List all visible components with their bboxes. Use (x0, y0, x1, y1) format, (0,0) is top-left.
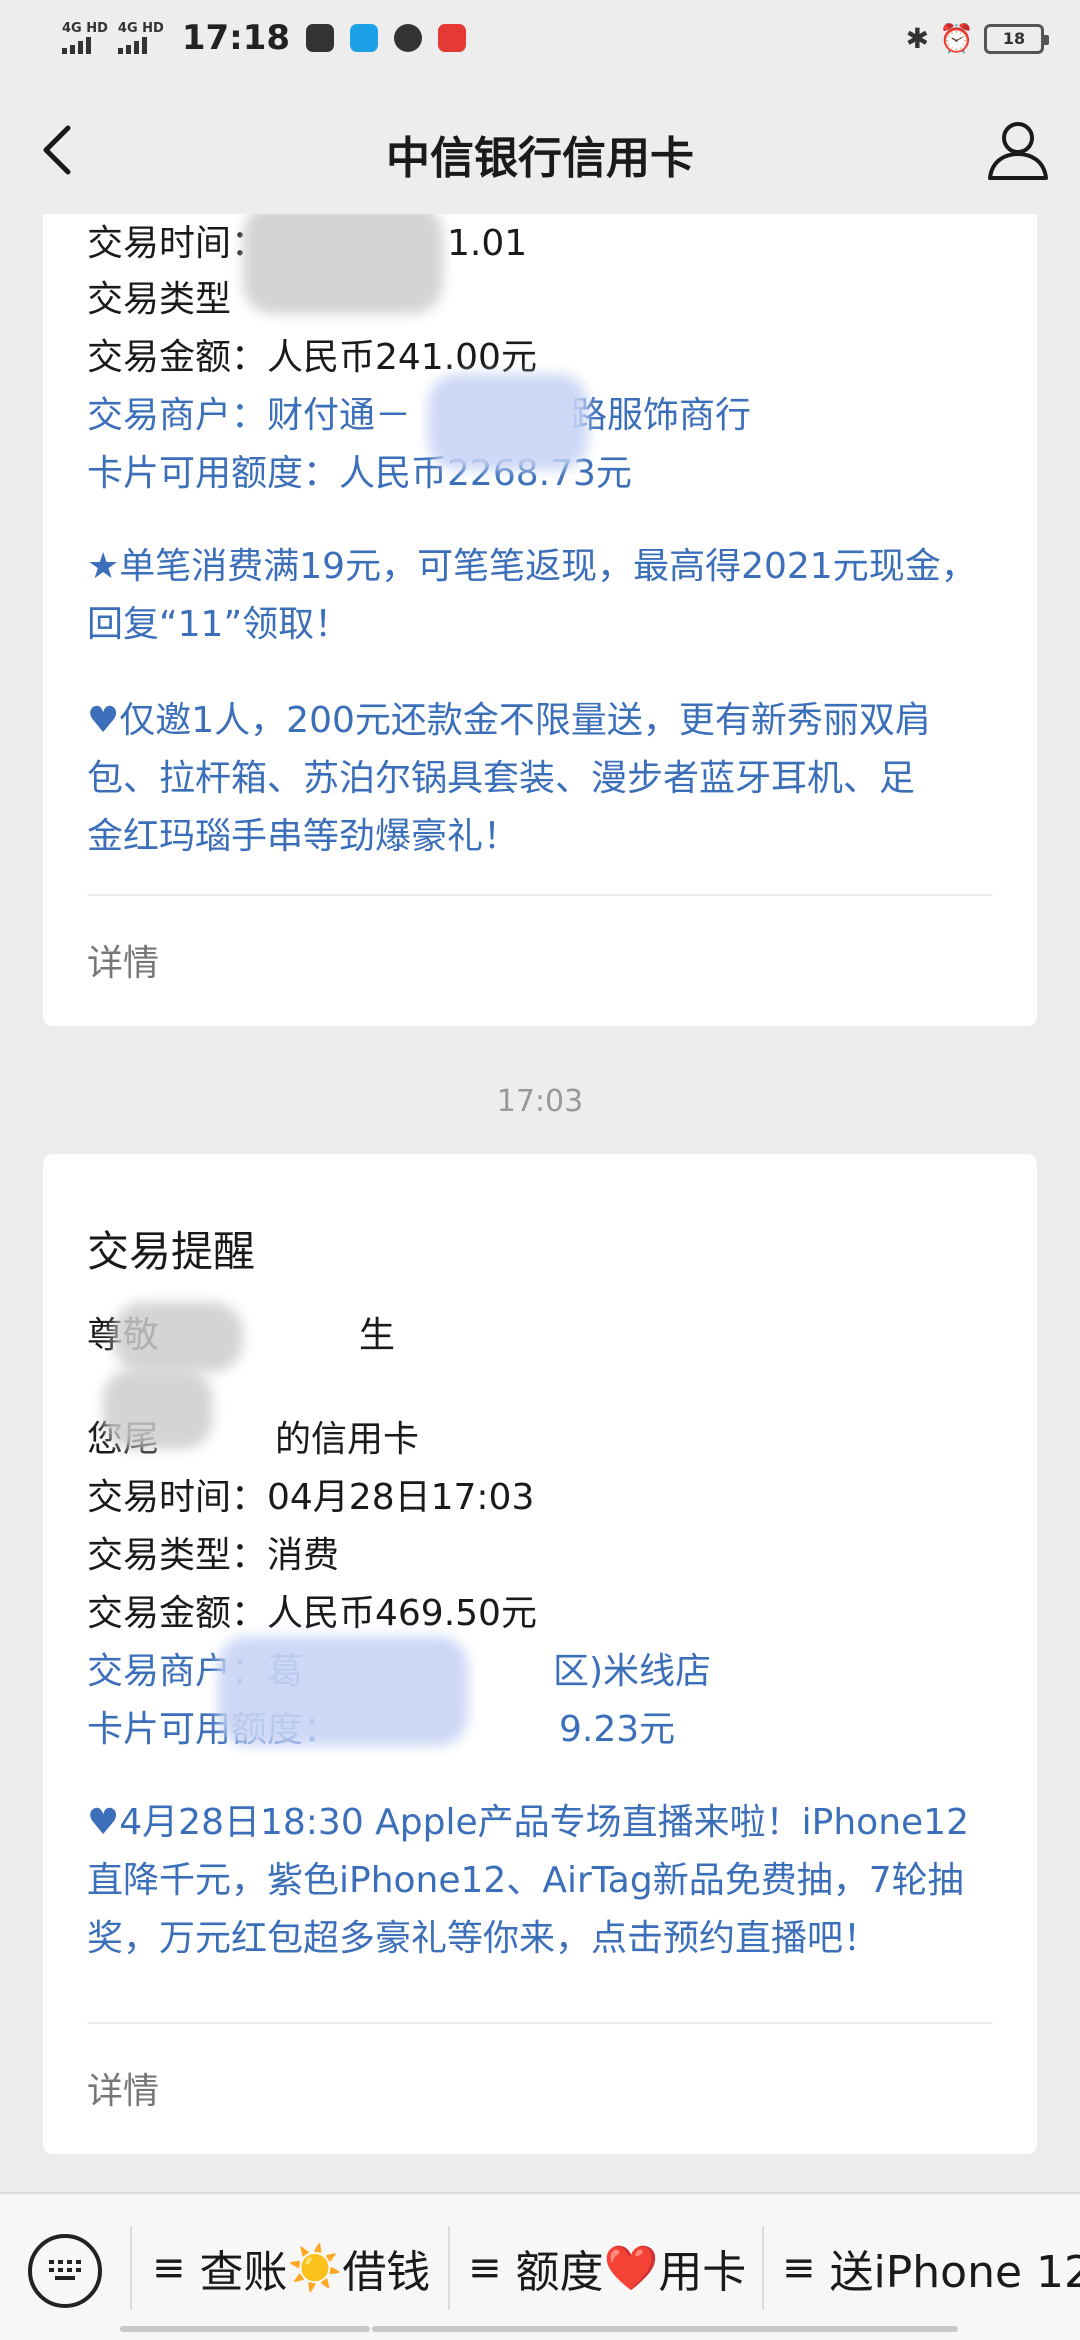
menu-item-iphone[interactable]: ≡ 送iPhone 12 (782, 2194, 1080, 2340)
keyboard-icon[interactable] (28, 2234, 102, 2308)
credit-suffix: 9.23元 (559, 1709, 676, 1750)
alarm-icon: ⏰ (939, 22, 974, 55)
message-title: 交易提醒 (87, 1227, 256, 1276)
promo-line: ♥4月28日18:30 Apple产品专场直播来啦！iPhone12 (87, 1802, 969, 1843)
chat-bubble-icon (394, 24, 423, 52)
menu-item-credit-card[interactable]: ≡ 额度 ❤️ 用卡 (468, 2194, 746, 2340)
message-list[interactable]: 交易时间： 1.01 交易类型 交易金额：人民币241.00元 交易商户：财付通－… (0, 214, 1080, 2192)
notification-app-icon (306, 24, 335, 52)
promo-line: ★单笔消费满19元，可笔笔返现，最高得2021元现金， (87, 546, 977, 587)
menu-label: 用卡 (658, 2247, 747, 2298)
promo-line: 奖，万元红包超多豪礼等你来，点击预约直播吧！ (87, 1918, 880, 1959)
notification-app-icon (350, 24, 379, 52)
promo-line: 回复“11”领取！ (87, 604, 351, 645)
promo-line: 直降千元，紫色iPhone12、AirTag新品免费抽，7轮抽 (87, 1860, 964, 1901)
battery-level: 18 (1002, 28, 1026, 48)
network-label-2: 4G HD (117, 21, 164, 36)
promo-line: ♥仅邀1人，200元还款金不限量送，更有新秀丽双肩 (87, 700, 931, 741)
promo-apple-live[interactable]: ♥4月28日18:30 Apple产品专场直播来啦！iPhone12 直降千元，… (87, 1794, 997, 1968)
transaction-merchant: 交易商户：财付通－ 路服饰商行 (87, 396, 751, 436)
battery-icon: 18 (984, 23, 1049, 54)
scroll-indicator (120, 2326, 370, 2332)
menu-icon: ≡ (782, 2245, 816, 2291)
menu-item-account-loan[interactable]: ≡ 查账 ☀️ 借钱 (152, 2194, 430, 2340)
menu-label: 送iPhone 12 (829, 2247, 1080, 2298)
transaction-amount: 交易金额：人民币469.50元 (87, 1593, 537, 1634)
privacy-blur (428, 374, 588, 470)
menu-label: 额度 (515, 2247, 604, 2298)
privacy-blur (103, 1369, 213, 1449)
bluetooth-icon: ✱ (905, 22, 930, 55)
status-time: 17:18 (181, 18, 291, 58)
merchant-suffix: 路服饰商行 (571, 395, 752, 436)
menu-separator (130, 2226, 132, 2310)
person-icon[interactable] (986, 118, 1050, 182)
promo-cashback[interactable]: ★单笔消费满19元，可笔笔返现，最高得2021元现金， 回复“11”领取！ (87, 538, 997, 654)
bottom-menu-bar: ≡ 查账 ☀️ 借钱 ≡ 额度 ❤️ 用卡 ≡ 送iPhone 12 (0, 2192, 1080, 2340)
menu-icon: ≡ (468, 2245, 502, 2291)
signal-indicator-2: 4G HD (117, 21, 164, 54)
promo-gifts[interactable]: ♥仅邀1人，200元还款金不限量送，更有新秀丽双肩 包、拉杆箱、苏泊尔锅具套装、… (87, 692, 997, 866)
heart-icon: ❤️ (603, 2243, 659, 2294)
details-link[interactable]: 详情 (87, 934, 159, 986)
sun-icon: ☀️ (287, 2243, 343, 2294)
divider (87, 2022, 993, 2024)
notification-app-icon (438, 24, 467, 52)
greeting-end: 生 (359, 1315, 396, 1356)
signal-bars-icon (62, 36, 91, 54)
menu-separator (762, 2226, 764, 2310)
status-bar: 4G HD 4G HD 17:18 ✱ ⏰ 18 (0, 0, 1080, 84)
scroll-indicator (372, 2326, 958, 2332)
menu-icon: ≡ (152, 2245, 186, 2291)
merchant-prefix: 交易商户：财付通－ (87, 395, 412, 436)
network-label-1: 4G HD (62, 21, 108, 36)
transaction-time: 交易时间：04月28日17:03 (87, 1477, 535, 1518)
transaction-type: 交易类型：消费 (87, 1535, 340, 1576)
transaction-type-line: 交易类型 (87, 279, 232, 320)
privacy-blur (218, 1636, 468, 1746)
message-card[interactable]: 交易提醒 尊敬生 您尾的信用卡 交易时间：04月28日17:03 交易类型：消费… (43, 1154, 1037, 2154)
menu-label: 借钱 (342, 2247, 431, 2298)
privacy-blur (113, 1302, 243, 1372)
navigation-bar: 中信银行信用卡 (0, 84, 1080, 214)
transaction-time-tail: 1.01 (447, 223, 528, 264)
promo-line: 金红玛瑙手串等劲爆豪礼！ (87, 816, 520, 857)
promo-line: 包、拉杆箱、苏泊尔锅具套装、漫步者蓝牙耳机、足 (87, 758, 916, 799)
page-title: 中信银行信用卡 (386, 133, 694, 184)
transaction-amount: 交易金额：人民币241.00元 (87, 337, 537, 378)
merchant-suffix: 区)米线店 (553, 1651, 712, 1692)
transaction-time-label: 交易时间： (87, 223, 268, 264)
signal-bars-icon (117, 36, 147, 54)
menu-separator (448, 2226, 450, 2310)
menu-label: 查账 (199, 2247, 288, 2298)
divider (87, 894, 993, 896)
credit-prefix: 卡片可用额度：人民币22 (87, 453, 493, 494)
message-timestamp: 17:03 (496, 1084, 584, 1119)
details-link[interactable]: 详情 (87, 2062, 159, 2114)
message-card[interactable]: 交易时间： 1.01 交易类型 交易金额：人民币241.00元 交易商户：财付通－… (43, 214, 1037, 1026)
card-notice-end: 的信用卡 (275, 1419, 420, 1460)
signal-indicator-1: 4G HD (62, 22, 108, 54)
privacy-blur (243, 214, 443, 314)
